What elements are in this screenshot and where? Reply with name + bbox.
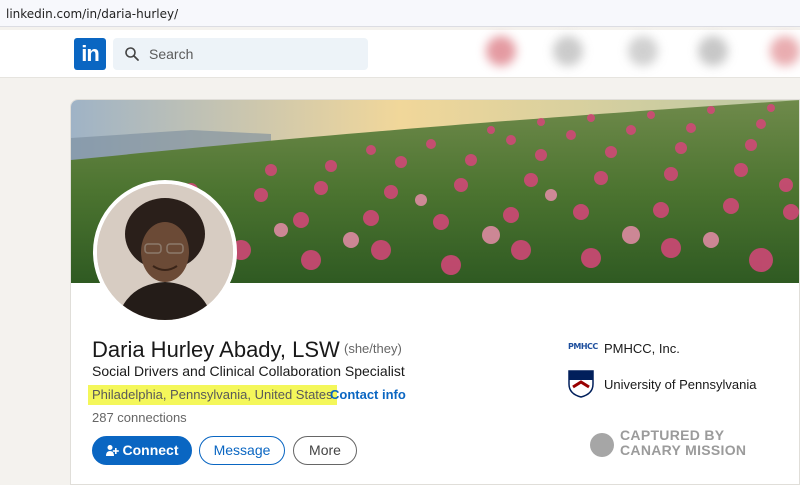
profile-name: Daria Hurley Abady, LSW — [92, 337, 340, 362]
more-button[interactable]: More — [293, 436, 357, 465]
pmhcc-logo: PMHCC — [568, 342, 598, 351]
watermark-text: CAPTURED BY CANARY MISSION — [620, 427, 747, 458]
messaging-icon[interactable] — [698, 36, 728, 66]
notifications-icon[interactable] — [770, 36, 800, 66]
browser-address-bar[interactable]: linkedin.com/in/daria-hurley/ — [0, 0, 800, 27]
search-input[interactable] — [149, 38, 359, 70]
connections-count[interactable]: 287 connections — [92, 410, 187, 425]
school-name: University of Pennsylvania — [604, 377, 757, 392]
message-button[interactable]: Message — [199, 436, 285, 465]
home-icon[interactable] — [486, 36, 516, 66]
linkedin-logo[interactable]: in — [74, 38, 106, 70]
search-box[interactable] — [113, 38, 368, 70]
company-name: PMHCC, Inc. — [604, 341, 680, 356]
add-person-icon — [105, 445, 119, 456]
profile-avatar[interactable] — [93, 180, 237, 324]
profile-pronouns: (she/they) — [344, 341, 402, 356]
connect-button[interactable]: Connect — [92, 436, 192, 465]
upenn-shield-icon — [568, 370, 594, 398]
contact-info-link[interactable]: Contact info — [330, 387, 406, 402]
connect-label: Connect — [122, 442, 179, 458]
location-separator: · — [321, 387, 326, 402]
jobs-icon[interactable] — [628, 36, 658, 66]
url-text[interactable]: linkedin.com/in/daria-hurley/ — [6, 7, 178, 21]
network-icon[interactable] — [553, 36, 583, 66]
profile-location: Philadelphia, Pennsylvania, United State… — [88, 385, 337, 405]
canary-bird-icon — [590, 433, 614, 457]
search-icon — [125, 47, 139, 61]
profile-headline: Social Drivers and Clinical Collaboratio… — [92, 363, 405, 379]
top-navbar: in — [0, 30, 800, 78]
